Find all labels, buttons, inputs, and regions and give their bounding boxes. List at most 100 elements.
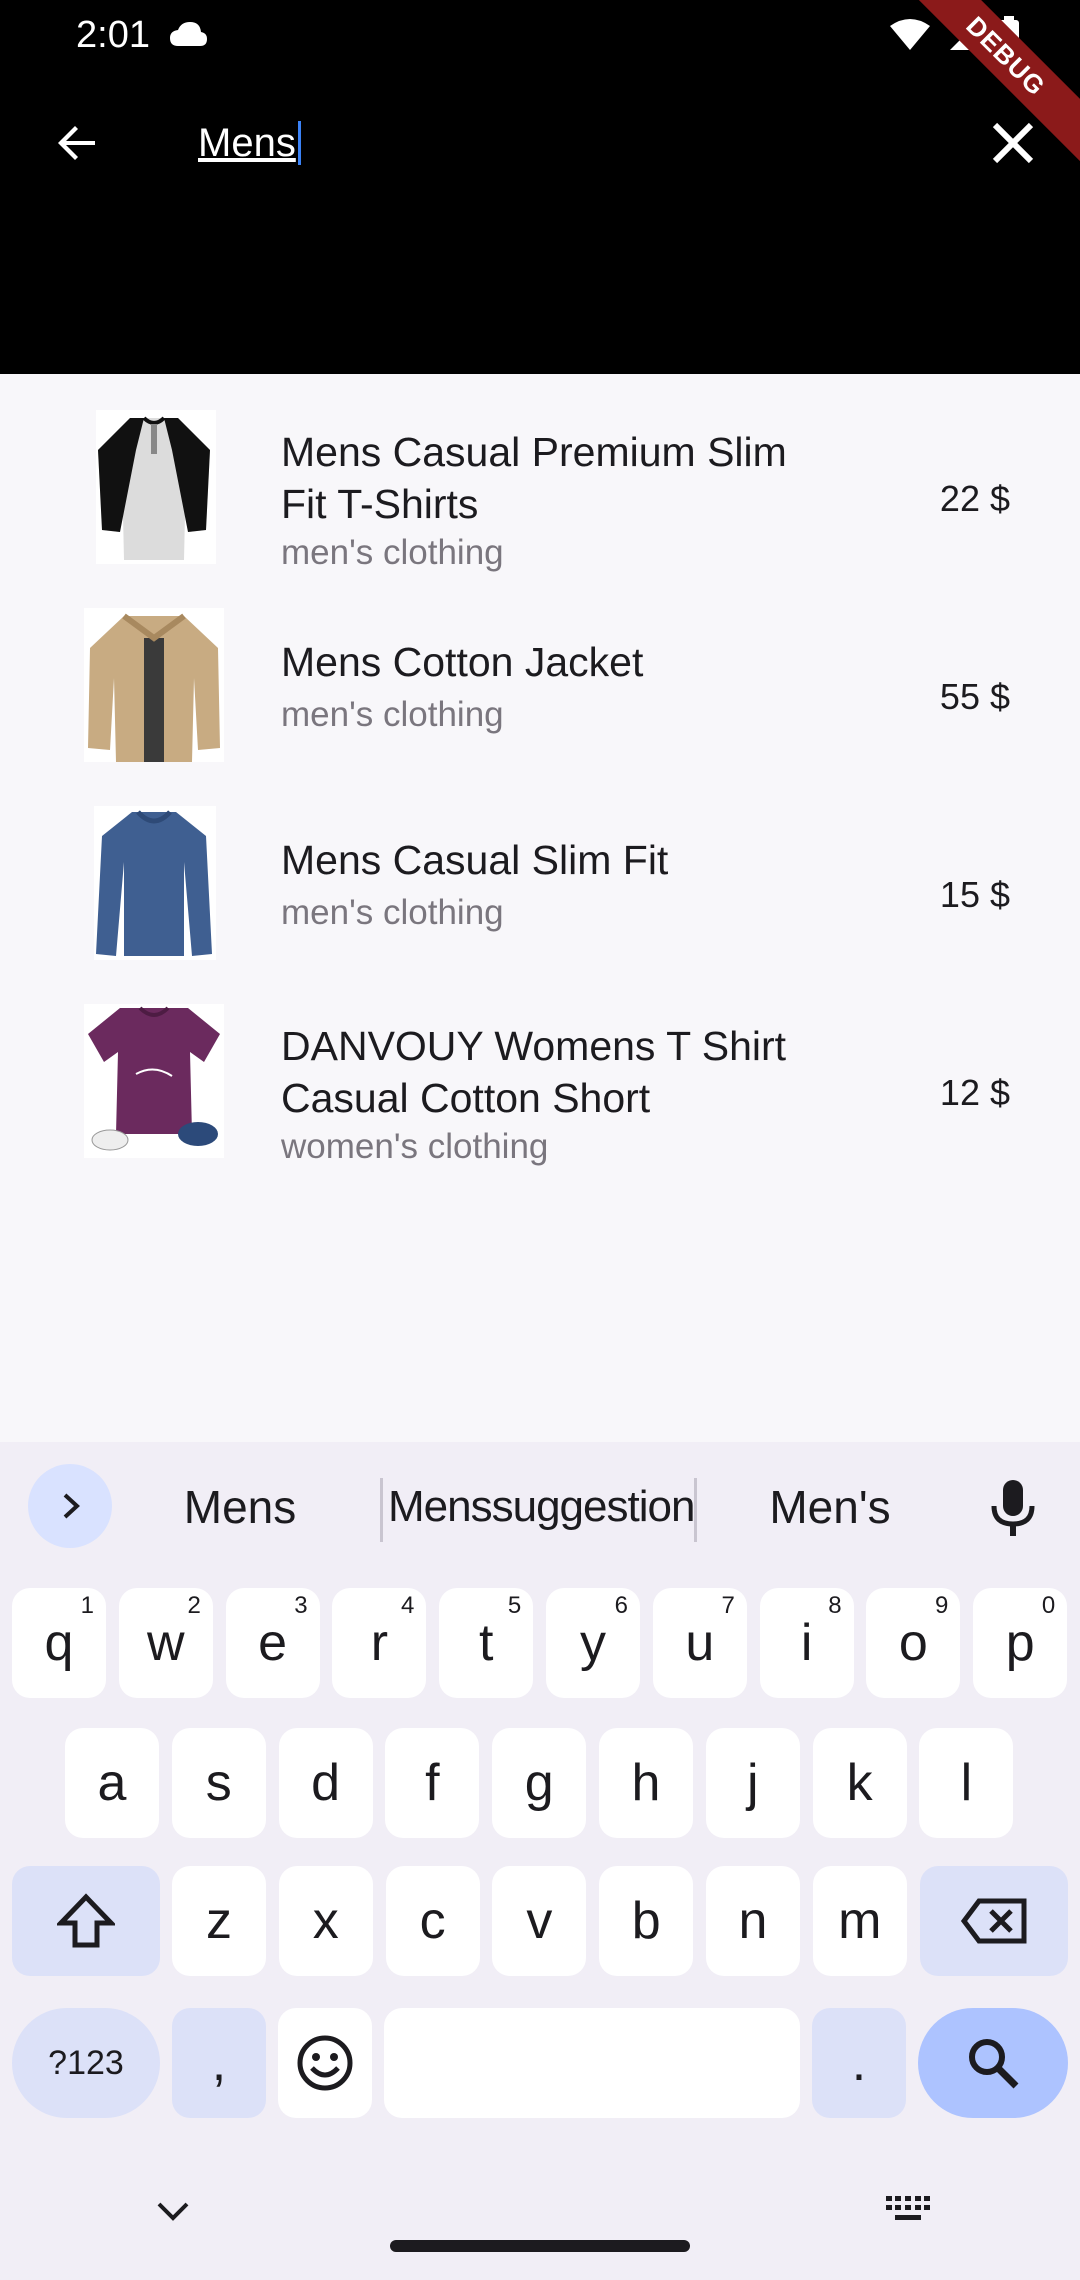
product-image (84, 1004, 224, 1158)
suggestion-divider (694, 1478, 697, 1542)
key-label: x (312, 1892, 339, 1950)
status-time: 2:01 (76, 14, 150, 56)
arrow-back-icon (58, 126, 95, 160)
product-category: men's clothing (281, 893, 504, 932)
key-p[interactable]: p0 (973, 1588, 1068, 1698)
key-h[interactable]: h (599, 1728, 693, 1838)
key-label: l (960, 1754, 973, 1812)
key-label: b (631, 1892, 661, 1950)
key-label: u (685, 1614, 715, 1672)
key-q[interactable]: q1 (12, 1588, 106, 1698)
key-label: s (205, 1754, 232, 1812)
product-title: DANVOUY Womens T Shirt Casual Cotton Shor… (281, 1023, 787, 1121)
list-item[interactable]: DANVOUY Womens T Shirt Casual Cotton Shor… (0, 968, 1080, 1166)
key-label: e (258, 1614, 288, 1672)
key-a[interactable]: a (65, 1728, 159, 1838)
key-z[interactable]: z (172, 1866, 266, 1976)
key-w[interactable]: w2 (118, 1588, 213, 1698)
microphone-icon[interactable] (990, 1480, 1036, 1536)
symbols-key[interactable]: ?123 (12, 2008, 160, 2118)
key-label: j (747, 1754, 759, 1812)
key-label: c (419, 1892, 446, 1950)
key-g[interactable]: g (492, 1728, 587, 1838)
key-c[interactable]: c (385, 1866, 480, 1976)
key-n[interactable]: n (706, 1866, 800, 1976)
key-b[interactable]: b (599, 1866, 694, 1976)
keyboard-switch-icon[interactable] (886, 2196, 930, 2224)
space-key[interactable] (384, 2008, 800, 2118)
key-hint-number: 6 (614, 1592, 628, 1619)
hide-keyboard-icon[interactable] (156, 2200, 190, 2222)
key-hint-number: 9 (935, 1592, 949, 1619)
key-e[interactable]: e3 (225, 1588, 320, 1698)
key-label: z (206, 1892, 232, 1950)
product-info: Mens Casual Premium Slim Fit T-Shirts men… (281, 426, 881, 576)
period-key[interactable]: . (812, 2008, 906, 2118)
key-j[interactable]: j (705, 1728, 800, 1838)
key-label: r (370, 1614, 389, 1672)
key-label: d (311, 1754, 341, 1812)
suggestion-divider (380, 1478, 383, 1542)
product-category: men's clothing (281, 695, 504, 734)
key-label: w (147, 1614, 185, 1672)
key-o[interactable]: o9 (866, 1588, 961, 1698)
key-k[interactable]: k (812, 1728, 907, 1838)
key-s[interactable]: s (171, 1728, 266, 1838)
key-f[interactable]: f (385, 1728, 480, 1838)
home-indicator[interactable] (390, 2240, 690, 2252)
key-hint-number: 7 (721, 1592, 735, 1619)
product-info: DANVOUY Womens T Shirt Casual Cotton Shor… (281, 1020, 881, 1170)
suggestion-2[interactable]: Menssuggestion (388, 1472, 695, 1542)
key-d[interactable]: d (278, 1728, 373, 1838)
key-label: m (838, 1892, 882, 1950)
key-hint-number: 0 (1041, 1592, 1056, 1619)
product-price: 55 $ (939, 676, 1010, 717)
shift-icon (57, 1893, 115, 1948)
key-i[interactable]: i8 (759, 1588, 854, 1698)
list-item[interactable]: Mens Cotton Jacket men's clothing 55 $ (0, 572, 1080, 770)
clear-search-button[interactable] (980, 110, 1046, 176)
emoji-key[interactable] (278, 2008, 372, 2118)
key-l[interactable]: l (919, 1728, 1014, 1838)
key-label: o (898, 1614, 928, 1672)
product-category: women's clothing (281, 1127, 549, 1166)
key-label: q (44, 1614, 74, 1672)
key-u[interactable]: u7 (652, 1588, 747, 1698)
search-key[interactable] (918, 2008, 1068, 2118)
list-item[interactable]: Mens Casual Slim Fit men's clothing 15 $ (0, 770, 1080, 968)
suggestion-3[interactable]: Men's (720, 1472, 940, 1542)
suggestion-1[interactable]: Mens (140, 1472, 340, 1542)
key-x[interactable]: x (278, 1866, 373, 1976)
list-item[interactable]: Mens Casual Premium Slim Fit T-Shirts men… (0, 374, 1080, 572)
search-input[interactable]: Mens (198, 110, 938, 176)
emoji-icon (297, 2035, 353, 2091)
close-icon (992, 122, 1034, 164)
product-category: men's clothing (281, 533, 504, 572)
product-image (96, 410, 216, 564)
comma-key[interactable]: , (172, 2008, 266, 2118)
key-v[interactable]: v (492, 1866, 587, 1976)
backspace-key[interactable] (920, 1866, 1068, 1976)
expand-toolbar-button[interactable] (28, 1464, 112, 1548)
suggestion-bar: Mens Menssuggestion Men's (0, 1442, 1080, 1570)
key-r[interactable]: r4 (332, 1588, 427, 1698)
text-caret (297, 121, 301, 165)
key-label: f (425, 1754, 440, 1812)
chevron-right-icon (63, 1493, 80, 1519)
key-label: n (738, 1892, 768, 1950)
key-m[interactable]: m (812, 1866, 907, 1976)
key-y[interactable]: y6 (546, 1588, 640, 1698)
back-button[interactable] (44, 110, 110, 176)
product-image (94, 806, 216, 960)
key-t[interactable]: t5 (439, 1588, 534, 1698)
key-label: k (846, 1754, 873, 1812)
product-title: Mens Casual Premium Slim Fit T-Shirts (281, 429, 787, 527)
key-label: y (580, 1614, 606, 1672)
key-label: a (97, 1754, 127, 1812)
key-label: i (800, 1614, 813, 1672)
app-bar: 2:01 DEBUG Mens (0, 0, 1080, 374)
status-bar: 2:01 DEBUG (0, 0, 1080, 164)
product-price: 12 $ (939, 1072, 1010, 1113)
key-hint-number: 5 (507, 1592, 522, 1619)
shift-key[interactable] (12, 1866, 160, 1976)
